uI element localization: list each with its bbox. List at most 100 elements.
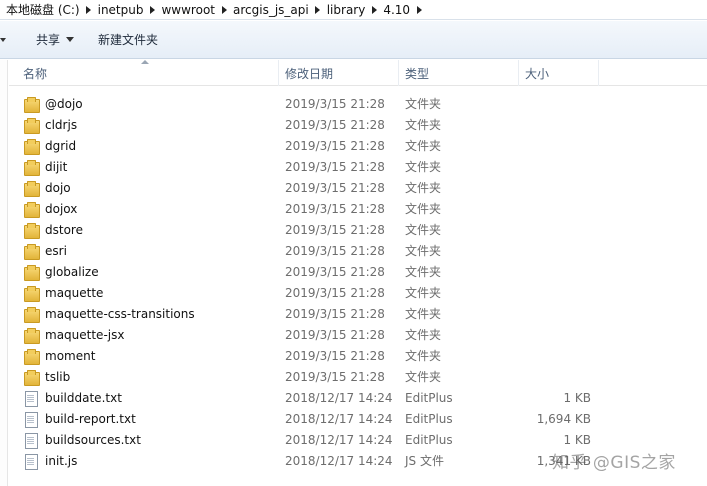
file-name-cell[interactable]: dstore [23, 219, 83, 240]
file-name-cell[interactable]: esri [23, 240, 67, 261]
breadcrumb-label[interactable]: wwwroot [159, 3, 217, 17]
file-name-cell[interactable]: build-report.txt [23, 408, 136, 429]
file-row[interactable]: moment 2019/3/15 21:28 文件夹 [9, 345, 707, 366]
file-name[interactable]: dijit [45, 160, 67, 174]
file-date: 2019/3/15 21:28 [285, 264, 385, 279]
file-row[interactable]: maquette-css-transitions 2019/3/15 21:28 文… [9, 303, 707, 324]
file-name-cell[interactable]: cldrjs [23, 114, 77, 135]
file-row[interactable]: @dojo 2019/3/15 21:28 文件夹 [9, 93, 707, 114]
file-size [519, 366, 591, 387]
breadcrumb-item-inetpub[interactable]: inetpub [96, 0, 160, 20]
file-row[interactable]: dijit 2019/3/15 21:28 文件夹 [9, 156, 707, 177]
file-row[interactable]: buildsources.txt 2018/12/17 14:24 EditPlus… [9, 429, 707, 450]
breadcrumb-label[interactable]: inetpub [96, 3, 146, 17]
breadcrumb-item-4-10[interactable]: 4.10 [381, 0, 426, 20]
file-name-cell[interactable]: maquette [23, 282, 103, 303]
column-header-date-label: 修改日期 [285, 66, 334, 81]
file-type: 文件夹 [405, 349, 442, 363]
file-name[interactable]: init.js [45, 454, 77, 468]
file-name[interactable]: builddate.txt [45, 391, 122, 405]
file-name-cell[interactable]: buildsources.txt [23, 429, 141, 450]
file-name[interactable]: moment [45, 349, 95, 363]
breadcrumb-item-wwwroot[interactable]: wwwroot [159, 0, 231, 20]
file-name[interactable]: maquette-jsx [45, 328, 124, 342]
file-row[interactable]: globalize 2019/3/15 21:28 文件夹 [9, 261, 707, 282]
command-toolbar: 共享 新建文件夹 [0, 21, 707, 59]
file-size [519, 177, 591, 198]
file-name[interactable]: build-report.txt [45, 412, 136, 426]
folder-icon [23, 138, 40, 155]
file-row[interactable]: maquette-jsx 2019/3/15 21:28 文件夹 [9, 324, 707, 345]
breadcrumb-label[interactable]: 本地磁盘 (C:) [4, 1, 82, 18]
chevron-right-icon[interactable] [412, 0, 426, 20]
file-size [519, 93, 591, 114]
file-name-cell[interactable]: maquette-css-transitions [23, 303, 195, 324]
file-name-cell[interactable]: moment [23, 345, 95, 366]
file-row[interactable]: tslib 2019/3/15 21:28 文件夹 [9, 366, 707, 387]
file-name[interactable]: tslib [45, 370, 70, 384]
file-name-cell[interactable]: dojo [23, 177, 71, 198]
file-row[interactable]: dojox 2019/3/15 21:28 文件夹 [9, 198, 707, 219]
file-name[interactable]: esri [45, 244, 67, 258]
share-button[interactable]: 共享 [28, 27, 82, 53]
file-name[interactable]: maquette-css-transitions [45, 307, 195, 321]
column-header-date[interactable]: 修改日期 [279, 60, 399, 86]
file-name[interactable]: dstore [45, 223, 83, 237]
folder-icon [23, 159, 40, 176]
file-name-cell[interactable]: init.js [23, 450, 77, 471]
navigation-pane-edge[interactable] [0, 60, 8, 486]
address-bar[interactable]: 本地磁盘 (C:) inetpub wwwroot arcgis_js_api … [0, 0, 707, 20]
file-type: EditPlus [405, 390, 453, 405]
file-name[interactable]: dojo [45, 181, 71, 195]
file-row[interactable]: dojo 2019/3/15 21:28 文件夹 [9, 177, 707, 198]
file-name[interactable]: dojox [45, 202, 77, 216]
chevron-right-icon[interactable] [311, 0, 325, 20]
file-type: 文件夹 [405, 181, 442, 195]
folder-icon [23, 348, 40, 365]
file-name-cell[interactable]: builddate.txt [23, 387, 122, 408]
organize-dropdown-arrow-icon[interactable] [0, 21, 10, 59]
file-size [519, 135, 591, 156]
file-size [519, 219, 591, 240]
chevron-right-icon[interactable] [367, 0, 381, 20]
breadcrumb-item-arcgis-js-api[interactable]: arcgis_js_api [231, 0, 325, 20]
file-date: 2019/3/15 21:28 [285, 306, 385, 321]
chevron-right-icon[interactable] [82, 0, 96, 20]
file-name-cell[interactable]: dijit [23, 156, 67, 177]
file-row[interactable]: builddate.txt 2018/12/17 14:24 EditPlus 1 K… [9, 387, 707, 408]
file-name-cell[interactable]: dojox [23, 198, 77, 219]
column-header-type[interactable]: 类型 [399, 60, 519, 86]
file-type: EditPlus [405, 411, 453, 426]
file-name[interactable]: @dojo [45, 97, 83, 111]
file-row[interactable]: dstore 2019/3/15 21:28 文件夹 [9, 219, 707, 240]
breadcrumb-item-library[interactable]: library [325, 0, 382, 20]
breadcrumb-label[interactable]: 4.10 [381, 3, 412, 17]
file-name-cell[interactable]: globalize [23, 261, 99, 282]
column-header-name[interactable]: 名称 [17, 60, 279, 86]
file-name-cell[interactable]: dgrid [23, 135, 76, 156]
file-name[interactable]: maquette [45, 286, 103, 300]
file-row[interactable]: cldrjs 2019/3/15 21:28 文件夹 [9, 114, 707, 135]
file-row[interactable]: build-report.txt 2018/12/17 14:24 EditPlus… [9, 408, 707, 429]
new-folder-button[interactable]: 新建文件夹 [90, 27, 166, 53]
folder-icon [23, 306, 40, 323]
breadcrumb-item-drive[interactable]: 本地磁盘 (C:) [4, 0, 96, 20]
file-name-cell[interactable]: tslib [23, 366, 70, 387]
file-name[interactable]: cldrjs [45, 118, 77, 132]
file-row[interactable]: dgrid 2019/3/15 21:28 文件夹 [9, 135, 707, 156]
breadcrumb-label[interactable]: arcgis_js_api [231, 3, 311, 17]
file-name-cell[interactable]: @dojo [23, 93, 83, 114]
file-name-cell[interactable]: maquette-jsx [23, 324, 124, 345]
column-header-size[interactable]: 大小 [519, 60, 599, 86]
file-name[interactable]: dgrid [45, 139, 76, 153]
file-type: 文件夹 [405, 97, 442, 111]
file-name[interactable]: buildsources.txt [45, 433, 141, 447]
file-row[interactable]: maquette 2019/3/15 21:28 文件夹 [9, 282, 707, 303]
chevron-right-icon[interactable] [217, 0, 231, 20]
chevron-right-icon[interactable] [145, 0, 159, 20]
folder-icon [23, 369, 40, 386]
file-row[interactable]: esri 2019/3/15 21:28 文件夹 [9, 240, 707, 261]
file-size [519, 198, 591, 219]
breadcrumb-label[interactable]: library [325, 3, 368, 17]
file-name[interactable]: globalize [45, 265, 99, 279]
